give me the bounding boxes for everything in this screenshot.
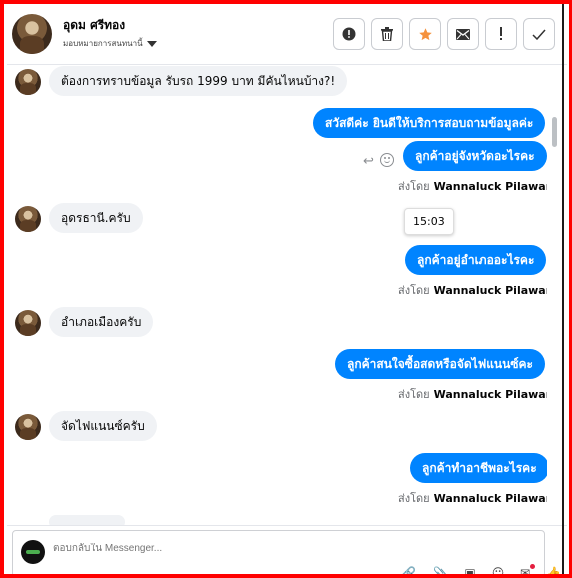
conversation-header: อุดม ศรีทอง มอบหมายการสนทนานี้ (7, 7, 567, 65)
check-icon (532, 29, 546, 40)
sent-by-agent[interactable]: Wannaluck Pilawan (434, 388, 547, 401)
attachment-icon[interactable]: 📎 (433, 566, 448, 574)
incoming-message[interactable]: อุดรธานี.ครับ (49, 203, 143, 233)
contact-avatar-small (15, 414, 41, 440)
sent-by-line: ส่งโดย Wannaluck Pilawan ? (398, 385, 547, 403)
sent-by-prefix: ส่งโดย (398, 284, 430, 297)
window-edge (562, 4, 564, 574)
react-icon[interactable] (380, 153, 394, 167)
contact-avatar[interactable] (12, 14, 52, 54)
sent-by-line: ส่งโดย Wannaluck Pilawan ? (398, 177, 547, 195)
page-avatar (21, 540, 45, 564)
reply-input[interactable] (53, 543, 353, 554)
contact-avatar-small (15, 310, 41, 336)
star-icon (418, 27, 432, 40)
outgoing-message[interactable]: ลูกค้าสนใจซื้อสดหรือจัดไฟแนนซ์คะ (335, 349, 545, 379)
assign-conversation-dropdown[interactable]: มอบหมายการสนทนานี้ (63, 37, 157, 50)
sent-by-agent[interactable]: Wannaluck Pilawan (434, 492, 547, 505)
outgoing-message[interactable]: ลูกค้าอยู่อำเภออะไรคะ (405, 245, 547, 275)
sent-by-agent[interactable]: Wannaluck Pilawan (434, 284, 547, 297)
sent-by-agent[interactable]: Wannaluck Pilawan (434, 180, 547, 193)
contact-name[interactable]: อุดม ศรีทอง (63, 16, 125, 35)
link-icon[interactable]: 🔗 (401, 566, 416, 574)
alert-circle-icon (342, 27, 356, 41)
image-icon[interactable]: ▣ (463, 566, 477, 574)
incoming-message[interactable]: ต้องการทราบข้อมูล รับรถ 1999 บาท มีคันไห… (49, 66, 348, 96)
report-spam-button[interactable] (333, 18, 365, 50)
delete-button[interactable] (371, 18, 403, 50)
trash-icon (381, 27, 393, 41)
outgoing-message[interactable]: สวัสดีค่ะ ยินดีให้บริการสอบถามข้อมูลค่ะ (313, 108, 546, 138)
incoming-message[interactable]: อำเภอเมืองครับ (49, 307, 154, 337)
window-frame: อุดม ศรีทอง มอบหมายการสนทนานี้ ต้องการทร… (0, 0, 572, 578)
outgoing-message[interactable]: ลูกค้าอยู่จังหวัดอะไรคะ (403, 141, 547, 171)
follow-up-button[interactable] (485, 18, 517, 50)
sent-by-line: ส่งโดย Wannaluck Pilawan ? (398, 281, 547, 299)
mark-unread-button[interactable] (447, 18, 479, 50)
contact-avatar-small (15, 69, 41, 95)
reply-icon[interactable]: ↩ (363, 154, 374, 169)
emoji-icon[interactable]: ☺ (491, 566, 505, 574)
thumbs-up-icon[interactable]: 👍 (546, 566, 561, 574)
composer: 🔗 📎 ▣ ☺ ✉ 👍 (7, 525, 567, 574)
assign-label: มอบหมายการสนทนานี้ (63, 39, 143, 48)
star-button[interactable] (409, 18, 441, 50)
incoming-message[interactable]: จัดไฟแนนซ์ครับ (49, 411, 157, 441)
sent-by-prefix: ส่งโดย (398, 180, 430, 193)
incoming-message-partial (49, 515, 125, 525)
exclamation-icon (500, 27, 502, 40)
sent-by-prefix: ส่งโดย (398, 388, 430, 401)
message-thread: ต้องการทราบข้อมูล รับรถ 1999 บาท มีคันไห… (7, 65, 547, 525)
timestamp-tooltip: 15:03 (404, 208, 454, 235)
notification-dot (530, 564, 535, 569)
envelope-icon (456, 28, 470, 40)
outgoing-message[interactable]: ลูกค้าทำอาชีพอะไรคะ (410, 453, 547, 483)
scrollbar-thumb[interactable] (552, 117, 557, 147)
sent-by-line: ส่งโดย Wannaluck Pilawan ? (398, 489, 547, 507)
sent-by-prefix: ส่งโดย (398, 492, 430, 505)
mark-done-button[interactable] (523, 18, 555, 50)
caret-down-icon (146, 40, 157, 47)
contact-avatar-small (15, 206, 41, 232)
